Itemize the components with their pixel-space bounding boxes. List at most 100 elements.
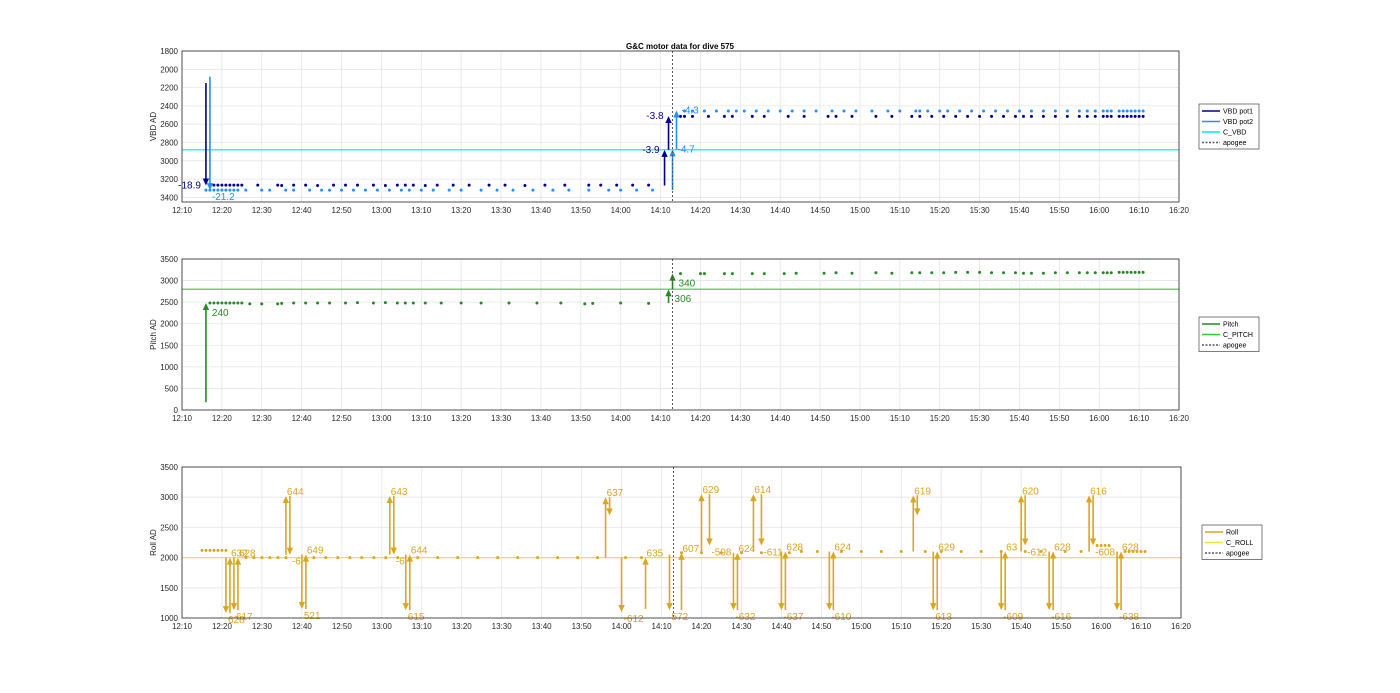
vbd-xtick-label: 12:20 — [212, 206, 233, 215]
vbd-data-point — [726, 109, 730, 113]
pitch-data-point — [355, 301, 359, 305]
pitch-xtick-label: 16:20 — [1169, 414, 1190, 423]
pitch-ytick-label: 3500 — [160, 255, 178, 264]
roll-arrow-label: 628 — [1054, 543, 1071, 554]
vbd-data-point — [563, 183, 567, 187]
pitch-xtick-label: 13:30 — [491, 414, 512, 423]
roll-arrow-label: 521 — [304, 611, 321, 622]
roll-xtick-label: 12:10 — [172, 622, 193, 631]
pitch-legend-label: C_PITCH — [1223, 332, 1253, 339]
roll-arrow-label: 624 — [834, 543, 851, 554]
roll-data-point — [212, 548, 216, 552]
pitch-data-point — [762, 272, 766, 276]
vbd-data-point — [994, 109, 998, 113]
pitch-arrow-label: 340 — [679, 279, 696, 290]
vbd-data-point — [531, 188, 535, 192]
figure-title: G&C motor data for dive 575 — [626, 42, 735, 51]
pitch-data-point — [216, 301, 220, 305]
roll-data-point — [216, 548, 220, 552]
roll-xtick-label: 15:30 — [971, 622, 992, 631]
vbd-data-point — [619, 188, 623, 192]
vbd-data-point — [1093, 109, 1097, 113]
pitch-xtick-label: 14:00 — [611, 414, 632, 423]
vbd-data-point — [1125, 109, 1129, 113]
vbd-arrow-label: -4.3 — [682, 105, 700, 116]
vbd-data-point — [523, 184, 527, 188]
vbd-data-point — [543, 183, 547, 187]
vbd-data-point — [216, 183, 220, 187]
pitch-data-point — [240, 301, 244, 305]
vbd-data-point — [1085, 109, 1089, 113]
roll-arrow-label: 63 — [1006, 543, 1018, 554]
roll-xtick-label: 13:40 — [532, 622, 553, 631]
vbd-data-point — [1093, 114, 1097, 118]
roll-data-point — [268, 556, 272, 560]
pitch-data-point — [619, 301, 623, 305]
pitch-xtick-label: 15:00 — [850, 414, 871, 423]
vbd-data-point — [1101, 109, 1105, 113]
vbd-data-point — [1041, 109, 1045, 113]
vbd-data-point — [1109, 109, 1113, 113]
pitch-xtick-label: 16:00 — [1089, 414, 1110, 423]
vbd-data-point — [1109, 114, 1113, 118]
roll-arrow-label: 607 — [683, 544, 700, 555]
pitch-data-point — [559, 301, 563, 305]
vbd-xtick-label: 14:20 — [690, 206, 711, 215]
pitch-ytick-label: 3000 — [160, 277, 178, 286]
pitch-data-point — [479, 301, 483, 305]
vbd-data-point — [762, 114, 766, 118]
roll-data-point — [899, 550, 903, 554]
vbd-arrow-label: -21.2 — [212, 192, 235, 203]
vbd-data-point — [742, 109, 746, 113]
roll-arrow-label: 629 — [702, 485, 719, 496]
vbd-legend-label: VBD pot1 — [1223, 109, 1253, 116]
pitch-data-point — [459, 301, 463, 305]
vbd-data-point — [702, 109, 706, 113]
vbd-data-point — [403, 183, 407, 187]
roll-xtick-label: 12:50 — [332, 622, 353, 631]
pitch-data-point — [1141, 270, 1145, 274]
pitch-data-point — [1029, 271, 1033, 275]
roll-xtick-label: 12:30 — [252, 622, 273, 631]
pitch-xtick-label: 15:10 — [890, 414, 911, 423]
roll-data-point — [436, 556, 440, 560]
vbd-data-point — [647, 183, 651, 187]
vbd-data-point — [1053, 114, 1057, 118]
roll-xtick-label: 13:50 — [572, 622, 593, 631]
pitch-data-point — [1137, 270, 1141, 274]
vbd-arrow-label: -4.7 — [678, 144, 696, 155]
pitch-data-point — [232, 301, 236, 305]
vbd-data-point — [802, 114, 806, 118]
vbd-data-point — [308, 188, 312, 192]
vbd-xtick-label: 13:50 — [571, 206, 592, 215]
pitch-data-point — [874, 271, 878, 275]
vbd-data-point — [1065, 114, 1069, 118]
roll-arrow-label: 629 — [938, 543, 955, 554]
roll-xtick-label: 14:50 — [811, 622, 832, 631]
vbd-data-point — [814, 109, 818, 113]
vbd-data-point — [220, 183, 224, 187]
roll-xtick-label: 15:10 — [891, 622, 912, 631]
vbd-ytick-label: 2000 — [160, 65, 178, 74]
pitch-ylabel: Pitch AD — [149, 319, 158, 350]
vbd-data-point — [607, 188, 611, 192]
vbd-data-point — [954, 114, 958, 118]
pitch-data-point — [1085, 271, 1089, 275]
vbd-ytick-label: 3200 — [160, 175, 178, 184]
pitch-xtick-label: 14:30 — [730, 414, 751, 423]
vbd-data-point — [1013, 114, 1017, 118]
vbd-data-point — [316, 184, 320, 188]
roll-arrow-label: -612 — [624, 614, 644, 625]
roll-arrow-label: 628 — [239, 549, 256, 560]
pitch-data-point — [750, 272, 754, 276]
vbd-data-point — [320, 188, 324, 192]
vbd-data-point — [766, 109, 770, 113]
pitch-data-point — [383, 301, 387, 305]
pitch-data-point — [328, 301, 332, 305]
pitch-data-point — [1121, 270, 1125, 274]
vbd-xtick-label: 13:20 — [451, 206, 472, 215]
pitch-data-point — [990, 271, 994, 275]
vbd-data-point — [1105, 109, 1109, 113]
vbd-data-point — [451, 183, 455, 187]
vbd-data-point — [236, 183, 240, 187]
